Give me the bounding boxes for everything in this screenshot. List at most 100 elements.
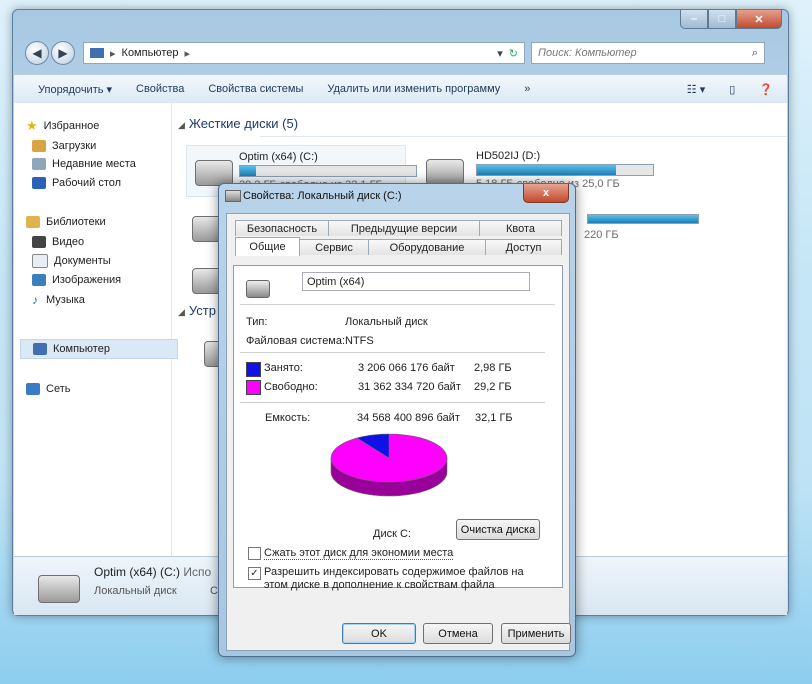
system-properties-button[interactable]: Свойства системы (208, 83, 303, 95)
details-type-suffix: С (210, 585, 218, 597)
search-icon[interactable]: ⌕ (752, 47, 758, 60)
command-bar: Упорядочить ▾ Свойства Свойства системы … (14, 74, 787, 104)
help-icon[interactable]: ❓ (759, 83, 773, 96)
nav-desktop[interactable]: Рабочий стол (32, 174, 121, 192)
nav-network[interactable]: Сеть (26, 380, 70, 398)
hard-drive-icon (426, 159, 464, 185)
address-dropdown-icon[interactable]: ▾ (497, 47, 503, 60)
downloads-icon (32, 140, 46, 152)
drive-usage-bar (476, 164, 654, 176)
breadcrumb-separator-icon: ▸ (110, 47, 116, 60)
filesystem-label: Файловая система: (246, 335, 346, 347)
group-divider (260, 136, 787, 137)
capacity-label: Емкость: (265, 412, 311, 424)
nav-documents[interactable]: Документы (32, 252, 111, 270)
search-input[interactable]: Поиск: Компьютер ⌕ (531, 42, 765, 64)
free-label: Свободно: (264, 381, 318, 393)
refresh-icon[interactable]: ↻ (509, 47, 518, 60)
dialog-title: Свойства: Локальный диск (C:) (243, 190, 402, 202)
nav-pictures[interactable]: Изображения (32, 271, 121, 289)
ok-button[interactable]: OK (342, 623, 416, 644)
caption-buttons: – □ ✕ (680, 10, 782, 29)
hard-drive-icon (38, 575, 80, 603)
details-type: Локальный диск (94, 585, 177, 597)
drive-icon (225, 190, 241, 202)
forward-button[interactable]: ▶ (51, 41, 75, 65)
back-button[interactable]: ◀ (25, 41, 49, 65)
nav-computer[interactable]: Компьютер (20, 339, 178, 359)
maximize-button[interactable]: □ (708, 10, 736, 29)
minimize-button[interactable]: – (680, 10, 708, 29)
drive-usage-bar (239, 165, 417, 177)
dialog-body: Безопасность Предыдущие версии Квота Общ… (226, 213, 571, 651)
cancel-button[interactable]: Отмена (423, 623, 493, 644)
nav-favorites[interactable]: ★ Избранное (26, 117, 99, 135)
breadcrumb-chevron-icon[interactable]: ▸ (184, 47, 190, 60)
tab-tools[interactable]: Сервис (299, 239, 369, 255)
index-checkbox[interactable]: ✓ (248, 567, 261, 580)
devices-group-header[interactable]: ◢ Устр (178, 303, 216, 318)
network-icon (26, 383, 40, 395)
video-icon (32, 236, 46, 248)
pictures-icon (32, 274, 46, 286)
tab-quota[interactable]: Квота (479, 220, 562, 236)
tab-general[interactable]: Общие (235, 237, 300, 256)
details-name: Optim (x64) (C:) Испо (94, 565, 212, 579)
dialog-close-button[interactable]: x (523, 184, 569, 203)
nav-music[interactable]: ♪ Музыка (32, 291, 85, 309)
address-bar[interactable]: ▸ Компьютер ▸ ▾ ↻ (83, 42, 525, 64)
nav-downloads[interactable]: Загрузки (32, 137, 96, 155)
uninstall-program-button[interactable]: Удалить или изменить программу (327, 83, 500, 95)
type-label: Тип: (246, 316, 268, 328)
properties-button[interactable]: Свойства (136, 83, 184, 95)
hard-drive-icon (246, 280, 270, 298)
nav-video[interactable]: Видео (32, 233, 84, 251)
capacity-gb: 32,1 ГБ (475, 412, 513, 424)
libraries-icon (26, 216, 40, 228)
navigation-row: ◀ ▶ ▸ Компьютер ▸ ▾ ↻ Поиск: Компьютер ⌕ (21, 41, 781, 67)
preview-pane-icon[interactable]: ▯ (729, 83, 735, 96)
computer-icon (33, 343, 47, 355)
disk-cleanup-button[interactable]: Очистка диска (456, 519, 540, 540)
used-gb: 2,98 ГБ (474, 362, 512, 374)
tab-security[interactable]: Безопасность (235, 220, 329, 236)
separator (240, 304, 555, 305)
used-label: Занято: (264, 362, 303, 374)
compress-checkbox[interactable] (248, 547, 261, 560)
search-placeholder: Поиск: Компьютер (538, 47, 637, 59)
star-icon: ★ (26, 118, 38, 133)
collapse-icon: ◢ (178, 120, 185, 130)
type-value: Локальный диск (345, 316, 428, 328)
more-commands-button[interactable]: » (524, 83, 530, 95)
breadcrumb[interactable]: Компьютер (122, 47, 179, 59)
drive-free-space: 220 ГБ (584, 229, 619, 241)
volume-label-value: Optim (x64) (307, 275, 365, 288)
tab-previous-versions[interactable]: Предыдущие версии (328, 220, 480, 236)
close-button[interactable]: ✕ (736, 10, 782, 29)
hard-drives-group-header[interactable]: ◢ Жесткие диски (5) (178, 116, 298, 131)
nav-recent[interactable]: Недавние места (32, 155, 136, 173)
index-label[interactable]: Разрешить индексировать содержимое файло… (264, 566, 549, 592)
used-space-swatch (246, 362, 261, 377)
organize-menu[interactable]: Упорядочить ▾ (38, 83, 112, 96)
free-bytes: 31 362 334 720 байт (358, 381, 461, 393)
tab-sharing[interactable]: Доступ (485, 239, 562, 255)
separator (240, 402, 545, 403)
capacity-bytes: 34 568 400 896 байт (357, 412, 460, 424)
disk-label: Диск C: (373, 528, 411, 540)
general-tab-panel: Optim (x64) Тип: Локальный диск Файловая… (233, 265, 563, 588)
documents-icon (32, 254, 48, 268)
used-bytes: 3 206 066 176 байт (358, 362, 455, 374)
compress-label[interactable]: Сжать этот диск для экономии места (264, 547, 454, 560)
nav-libraries[interactable]: Библиотеки (26, 213, 106, 231)
filesystem-value: NTFS (345, 335, 374, 347)
separator (240, 352, 545, 353)
tab-hardware[interactable]: Оборудование (368, 239, 486, 255)
drive-name: HD502IJ (D:) (476, 150, 541, 162)
desktop-icon (32, 177, 46, 189)
collapse-icon: ◢ (178, 307, 185, 317)
properties-dialog: Свойства: Локальный диск (C:) x Безопасн… (218, 183, 576, 657)
view-options-icon[interactable]: ☷ ▾ (687, 83, 705, 96)
apply-button[interactable]: Применить (501, 623, 571, 644)
volume-label-input[interactable]: Optim (x64) (302, 272, 530, 291)
